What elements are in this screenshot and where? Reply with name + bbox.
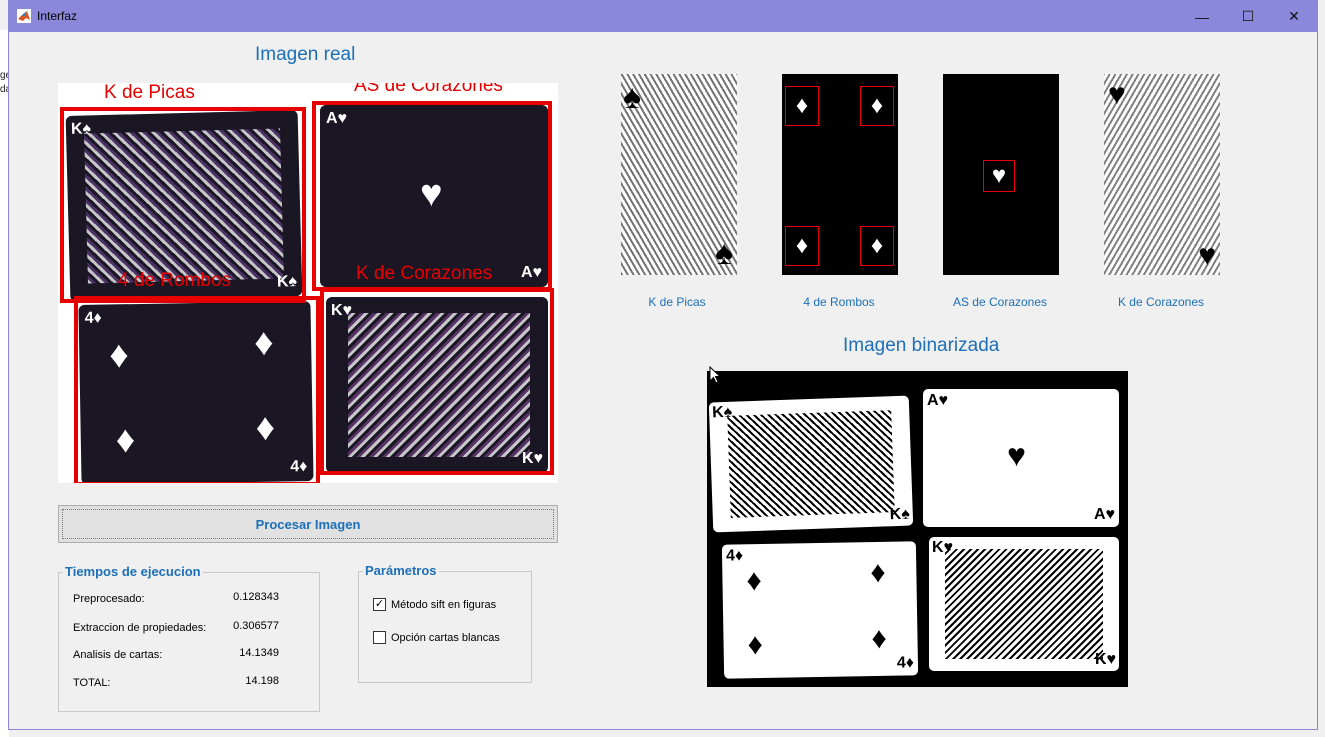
card-thumbnail: ♦ ♦ ♦ ♦: [782, 74, 898, 275]
timing-label: TOTAL:: [73, 677, 111, 689]
thumbnail-label: 4 de Rombos: [803, 295, 875, 309]
timing-label: Extraccion de propiedades:: [73, 622, 207, 634]
diamond-icon: ♦: [785, 86, 819, 126]
thumbnail-label: K de Corazones: [1117, 295, 1205, 309]
card-corner-glyph: K♠: [889, 505, 911, 524]
timing-value: 14.198: [245, 675, 279, 687]
title-bar[interactable]: Interfaz — ☐ ✕: [9, 1, 1317, 32]
minimize-button[interactable]: —: [1179, 1, 1225, 32]
app-window: Interfaz — ☐ ✕ Imagen real K♠ K♠ A♥ A♥ ♥…: [8, 0, 1318, 730]
maximize-button[interactable]: ☐: [1225, 1, 1271, 32]
card-thumbnail: ♠ ♠: [621, 74, 737, 275]
card-corner-glyph: K♥: [932, 539, 954, 556]
card-thumbnail: ♥ ♥: [1104, 74, 1220, 275]
figure-canvas: Imagen real K♠ K♠ A♥ A♥ ♥ 4♦ 4♦ ♦ ♦ ♦ ♦ …: [9, 32, 1317, 729]
timings-panel-title: Tiempos de ejecucion: [63, 564, 203, 579]
detection-label: K de Corazones: [356, 263, 493, 284]
timing-label: Preprocesado:: [73, 593, 145, 605]
diamond-icon: ♦: [860, 86, 894, 126]
card-thumbnail: ♥: [943, 74, 1059, 275]
timing-value: 0.128343: [233, 591, 279, 603]
card-artwork: [727, 410, 895, 518]
heart-icon: ♥: [983, 160, 1015, 192]
card-image: K♥ K♥: [929, 537, 1119, 671]
diamond-icon: ♦: [746, 564, 763, 598]
diamond-icon: ♦: [785, 226, 819, 266]
timing-value: 0.306577: [233, 620, 279, 632]
parameters-panel-title: Parámetros: [363, 563, 439, 578]
real-image-axes: K♠ K♠ A♥ A♥ ♥ 4♦ 4♦ ♦ ♦ ♦ ♦ K♥ K♥ K de P…: [58, 83, 558, 483]
spade-icon: ♠: [623, 78, 642, 116]
binarized-image-axes: K♠ K♠ A♥ A♥ ♥ 4♦ 4♦ ♦ ♦ ♦ ♦ K♥ K♥: [707, 371, 1128, 687]
white-cards-checkbox[interactable]: Opción cartas blancas: [373, 631, 500, 644]
detection-label: 4 de Rombos: [118, 270, 232, 291]
focus-rectangle: [62, 509, 554, 539]
matlab-icon: [17, 9, 31, 23]
heart-icon: ♥: [1007, 437, 1026, 473]
card-corner-glyph: K♥: [1094, 651, 1116, 668]
mouse-cursor-icon: [709, 366, 721, 384]
heart-icon: ♥: [1108, 78, 1126, 111]
heart-icon: ♥: [1198, 239, 1216, 272]
real-image-heading: Imagen real: [255, 44, 356, 65]
card-corner-glyph: 4♦: [896, 654, 915, 672]
checkbox-unchecked-icon[interactable]: [373, 631, 386, 644]
checkbox-label: Método sift en figuras: [391, 598, 497, 611]
timings-panel: Tiempos de ejecucion Preprocesado: 0.128…: [58, 564, 320, 712]
binarized-image-heading: Imagen binarizada: [843, 335, 1000, 356]
detection-box: [74, 296, 320, 483]
parameters-panel: Parámetros ✓ Método sift en figuras Opci…: [358, 563, 532, 683]
sift-method-checkbox[interactable]: ✓ Método sift en figuras: [373, 598, 496, 611]
checkbox-label: Opción cartas blancas: [391, 631, 500, 644]
checkbox-checked-icon[interactable]: ✓: [373, 598, 386, 611]
card-corner-glyph: 4♦: [725, 547, 744, 565]
close-button[interactable]: ✕: [1271, 1, 1317, 32]
spade-icon: ♠: [714, 234, 733, 272]
card-corner-glyph: K♠: [711, 403, 733, 422]
detection-label: AS de Corazones: [354, 83, 503, 96]
timing-label: Analisis de cartas:: [73, 649, 163, 661]
detection-box: [320, 288, 554, 475]
card-image: 4♦ 4♦ ♦ ♦ ♦ ♦: [721, 541, 919, 679]
thumbnail-label: AS de Corazones: [952, 295, 1048, 309]
timing-value: 14.1349: [239, 647, 279, 659]
diamond-icon: ♦: [870, 555, 886, 590]
card-corner-glyph: A♥: [1093, 506, 1115, 523]
card-image: A♥ A♥ ♥: [923, 389, 1119, 527]
process-image-button[interactable]: Procesar Imagen: [58, 505, 558, 543]
diamond-icon: ♦: [871, 621, 888, 656]
detection-label: K de Picas: [104, 83, 195, 103]
card-artwork: [945, 549, 1103, 659]
card-image: K♠ K♠: [708, 395, 914, 533]
diamond-icon: ♦: [860, 226, 894, 266]
card-corner-glyph: A♥: [927, 392, 949, 409]
diamond-icon: ♦: [747, 628, 764, 662]
window-title: Interfaz: [37, 9, 78, 23]
thumbnail-label: K de Picas: [648, 295, 706, 309]
